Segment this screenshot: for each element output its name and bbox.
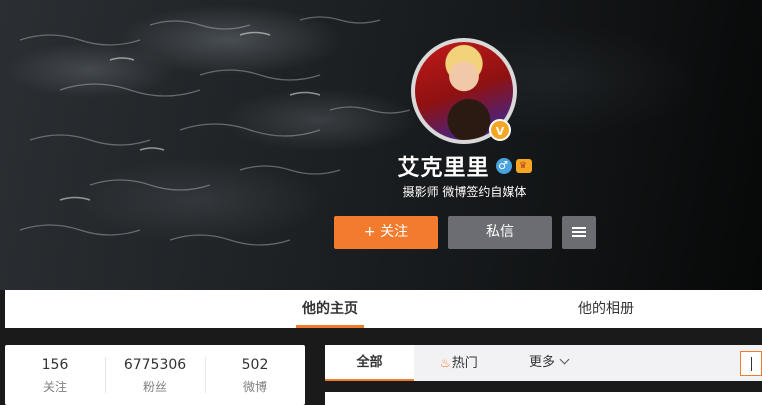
chevron-down-icon — [559, 354, 570, 365]
stat-followers[interactable]: 6775306 粉丝 — [105, 357, 205, 395]
male-icon: ♂ — [495, 158, 512, 174]
search-input[interactable] — [740, 351, 762, 376]
profile-name: 艾克里里 — [397, 156, 490, 181]
filter-tab-more-label: 更多 — [529, 355, 556, 370]
filter-tab-more[interactable]: 更多 — [529, 345, 579, 381]
feed-filter-bar: 全部 ♨热门 更多 — [325, 345, 762, 381]
text-caret — [751, 357, 752, 371]
stat-following[interactable]: 156 关注 — [5, 357, 105, 395]
more-menu-button[interactable] — [562, 216, 596, 249]
menu-icon — [572, 225, 586, 239]
filter-tab-hot[interactable]: ♨热门 — [440, 345, 490, 381]
profile-tabbar: 他的主页 他的相册 — [5, 290, 762, 328]
filter-tab-hot-label: 热门 — [451, 356, 478, 371]
stat-label: 粉丝 — [142, 380, 167, 394]
tab-home[interactable]: 他的主页 — [296, 290, 364, 328]
stat-label: 关注 — [42, 380, 67, 394]
filter-tab-all[interactable]: 全部 — [325, 345, 414, 381]
stat-posts[interactable]: 502 微博 — [205, 357, 305, 395]
verified-badge-icon: V — [489, 119, 511, 141]
follow-button[interactable]: + 关注 — [334, 216, 438, 249]
stat-label: 微博 — [242, 380, 267, 394]
stat-value: 156 — [41, 357, 69, 373]
stat-value: 6775306 — [123, 357, 187, 373]
message-button[interactable]: 私信 — [448, 216, 552, 249]
profile-name-row: 艾克里里 ♂ ♛ — [0, 150, 762, 182]
flame-icon: ♨ — [440, 356, 451, 370]
stats-card: 156 关注 6775306 粉丝 502 微博 — [5, 345, 305, 405]
profile-description: 摄影师 微博签约自媒体 — [402, 185, 527, 199]
feed-card — [325, 392, 762, 405]
vip-crown-icon[interactable]: ♛ — [515, 159, 532, 173]
tab-album[interactable]: 他的相册 — [571, 290, 641, 328]
stat-value: 502 — [241, 357, 269, 373]
